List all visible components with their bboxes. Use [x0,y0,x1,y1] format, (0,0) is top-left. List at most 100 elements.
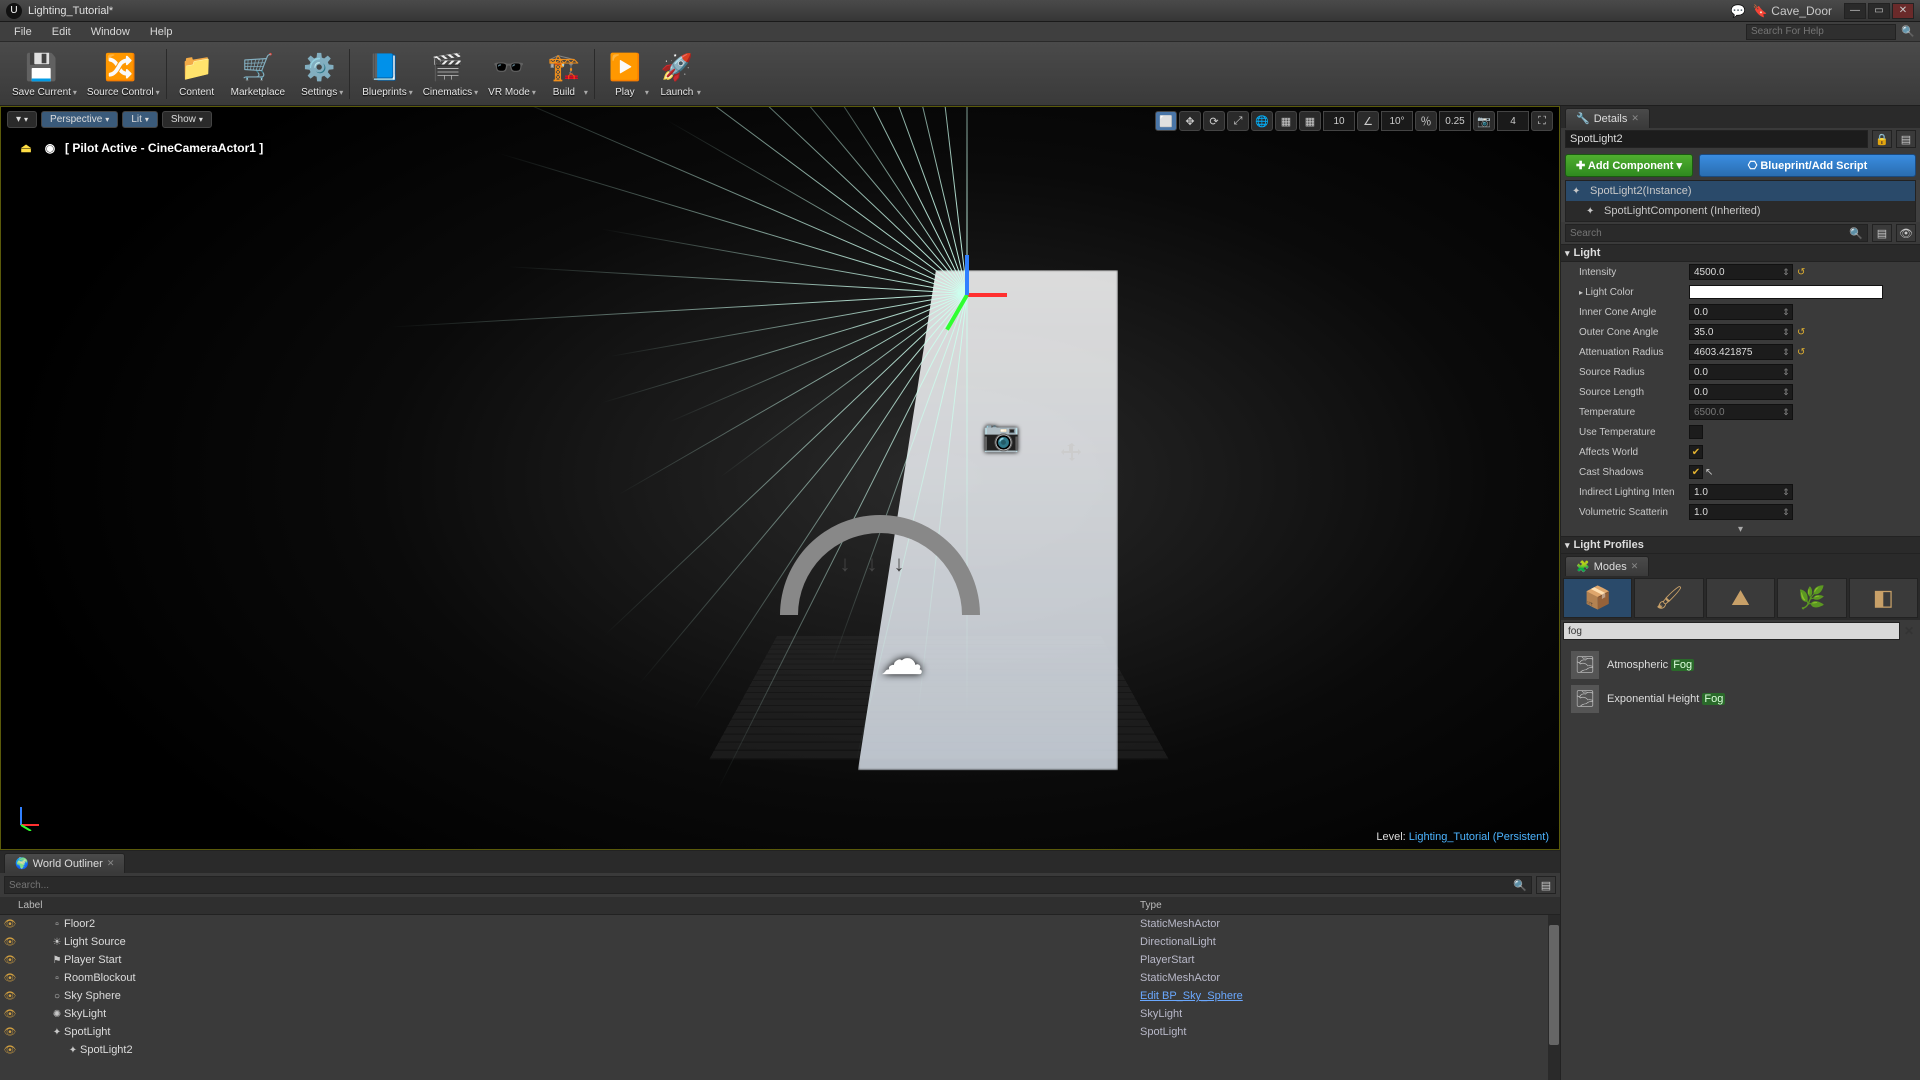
viewport-lit-button[interactable]: Lit [122,111,158,128]
actor-label[interactable]: SpotLight [64,1026,1140,1038]
outliner-search[interactable]: 🔍 [4,876,1532,894]
actor-label[interactable]: Floor2 [64,918,1140,930]
viewport-perspective-button[interactable]: Perspective [41,111,118,128]
visibility-eye-icon[interactable]: 👁 [2,937,18,948]
visibility-eye-icon[interactable]: 👁 [2,991,18,1002]
outliner-row[interactable]: 👁✦SpotLightSpotLight [0,1023,1560,1041]
minimize-button[interactable]: — [1844,3,1866,19]
outliner-row[interactable]: 👁☀Light SourceDirectionalLight [0,933,1560,951]
visibility-eye-icon[interactable]: 👁 [2,919,18,930]
paint-mode-button[interactable]: 🖌 [1634,578,1703,618]
close-tab-icon[interactable]: ✕ [107,858,115,869]
build-button[interactable]: 🏗️Build▾ [538,45,590,103]
angle-snap-value[interactable]: 10° [1381,111,1413,131]
viewport-scene[interactable]: 📷 ↓↓↓ ☁ [1,107,1559,849]
move-widget-icon[interactable] [1060,441,1084,465]
actor-browse-button[interactable]: ▤ [1896,130,1916,148]
component-row[interactable]: ✦SpotLightComponent (Inherited) [1566,201,1915,221]
outer-cone-input[interactable] [1690,327,1780,338]
settings-button[interactable]: ⚙️Settings▾ [293,45,345,103]
menu-help[interactable]: Help [140,24,183,40]
grid-snap-value[interactable]: 10 [1323,111,1355,131]
actor-label[interactable]: RoomBlockout [64,972,1140,984]
outliner-list[interactable]: 👁▫Floor2StaticMeshActor👁☀Light SourceDir… [0,915,1560,1080]
transform-scale-button[interactable]: ⤢ [1227,111,1249,131]
modes-search-input[interactable] [1568,626,1895,637]
volumetric-scattering-input[interactable] [1690,507,1780,518]
landscape-mode-button[interactable]: ⛰ [1706,578,1775,618]
inner-cone-input[interactable] [1690,307,1780,318]
search-icon[interactable]: 🔍 [1900,24,1916,40]
modes-item-exponential-height-fog[interactable]: 🌫 Exponential Height Fog [1567,682,1914,716]
affects-world-checkbox[interactable]: ✔ [1689,445,1703,459]
blueprint-add-script-button[interactable]: ⎔ Blueprint/Add Script [1699,154,1916,177]
axis-gizmo[interactable] [15,803,43,831]
outliner-column-header[interactable]: Label Type [0,897,1560,915]
launch-button[interactable]: 🚀Launch▾ [651,45,703,103]
reset-icon[interactable]: ↺ [1797,347,1811,358]
vr-mode-button[interactable]: 🕶️VR Mode▾ [480,45,538,103]
modes-tab[interactable]: 🧩Modes✕ [1565,556,1649,576]
content-button[interactable]: 📁Content [171,45,223,103]
outliner-scroll-thumb[interactable] [1549,925,1559,1045]
place-mode-button[interactable]: 📦 [1563,578,1632,618]
close-button[interactable]: ✕ [1892,3,1914,19]
play-button[interactable]: ▶️Play▾ [599,45,651,103]
sky-sphere-gizmo[interactable]: ↓↓↓ ☁ [780,515,980,645]
blueprints-button[interactable]: 📘Blueprints▾ [354,45,414,103]
actor-type[interactable]: Edit BP_Sky_Sphere [1140,990,1560,1002]
cinematics-button[interactable]: 🎬Cinematics▾ [415,45,480,103]
actor-label[interactable]: SpotLight2 [80,1044,1140,1056]
category-light-profiles[interactable]: Light Profiles [1561,536,1920,554]
marketplace-button[interactable]: 🛒Marketplace [223,45,293,103]
transform-rotate-button[interactable]: ⟳ [1203,111,1225,131]
expand-advanced-button[interactable]: ▾ [1561,522,1920,536]
outliner-row[interactable]: 👁✺SkyLightSkyLight [0,1005,1560,1023]
level-viewport[interactable]: ▾ Perspective Lit Show ⬜ ✥ ⟳ ⤢ 🌐 ▦ ▦ 10 … [0,106,1560,850]
source-length-input[interactable] [1690,387,1780,398]
use-temperature-checkbox[interactable] [1689,425,1703,439]
menu-edit[interactable]: Edit [42,24,81,40]
transform-translate-button[interactable]: ✥ [1179,111,1201,131]
actor-name-input[interactable]: SpotLight2 [1565,130,1868,148]
stop-pilot-button[interactable]: ◉ [41,141,59,155]
reset-icon[interactable]: ↺ [1797,327,1811,338]
actor-label[interactable]: Player Start [64,954,1140,966]
visibility-eye-icon[interactable]: 👁 [2,1009,18,1020]
actor-label[interactable]: SkyLight [64,1008,1140,1020]
component-list[interactable]: ✦SpotLight2(Instance) ✦SpotLightComponen… [1565,180,1916,222]
actor-lock-button[interactable]: 🔒 [1872,130,1892,148]
surface-snap-button[interactable]: ▦ [1275,111,1297,131]
foliage-mode-button[interactable]: 🌿 [1777,578,1846,618]
scale-snap-value[interactable]: 0.25 [1439,111,1471,131]
camera-actor-icon[interactable]: 📷 [983,419,1020,454]
outliner-row[interactable]: 👁▫Floor2StaticMeshActor [0,915,1560,933]
visibility-eye-icon[interactable]: 👁 [2,973,18,984]
reset-icon[interactable]: ↺ [1797,267,1811,278]
help-search[interactable] [1746,24,1896,40]
clear-search-button[interactable]: ✕ [1900,624,1918,638]
camera-speed-button[interactable]: 📷 [1473,111,1495,131]
details-search[interactable]: 🔍 [1565,224,1868,242]
source-status-icon[interactable]: 🔖 [1752,3,1768,19]
visibility-eye-icon[interactable]: 👁 [2,955,18,966]
grid-snap-button[interactable]: ▦ [1299,111,1321,131]
modes-search[interactable] [1563,622,1900,640]
outliner-scrollbar[interactable] [1548,915,1560,1080]
cast-shadows-checkbox[interactable]: ✔ [1689,465,1703,479]
modes-item-atmospheric-fog[interactable]: 🌫 Atmospheric Fog [1567,648,1914,682]
camera-speed-value[interactable]: 4 [1497,111,1529,131]
outliner-filter-button[interactable]: ▤ [1536,876,1556,894]
actor-label[interactable]: Light Source [64,936,1140,948]
outliner-search-input[interactable] [9,880,1513,891]
menu-window[interactable]: Window [81,24,140,40]
visibility-eye-icon[interactable]: 👁 [2,1045,18,1056]
save-current-button[interactable]: 💾Save Current▾ [4,45,79,103]
category-light[interactable]: Light [1561,244,1920,262]
eject-pilot-button[interactable]: ⏏ [17,141,35,155]
notification-icon[interactable]: 💬 [1730,3,1746,19]
indirect-lighting-input[interactable] [1690,487,1780,498]
angle-snap-button[interactable]: ∠ [1357,111,1379,131]
component-row[interactable]: ✦SpotLight2(Instance) [1566,181,1915,201]
details-tab[interactable]: 🔧Details✕ [1565,108,1650,128]
